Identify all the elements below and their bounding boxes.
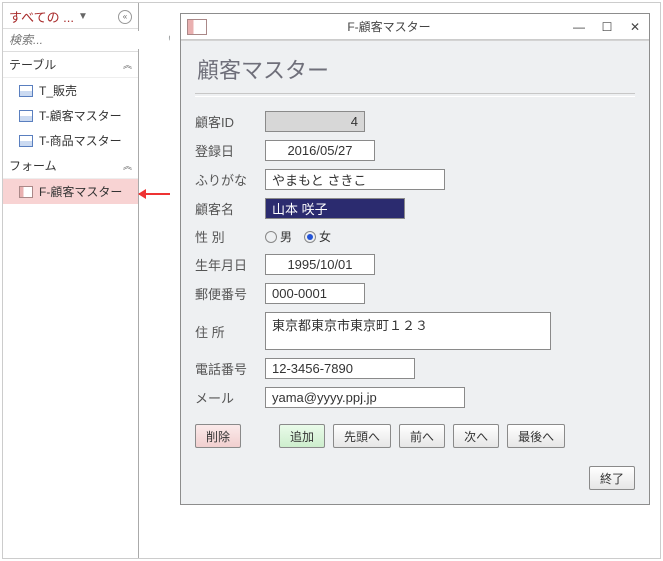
group-tables[interactable]: テーブル ︽ [3,52,138,78]
prev-button[interactable]: 前へ [399,424,445,448]
first-button[interactable]: 先頭へ [333,424,391,448]
form-title: 顧客マスター [197,53,635,85]
table-item[interactable]: T_販売 [3,78,138,103]
form-window: F-顧客マスター — ☐ ✕ 顧客マスター 顧客ID4 登録日2016/05/2… [180,13,650,505]
arrow-annotation [139,3,170,558]
label-addr: 住 所 [195,322,265,341]
label-reg: 登録日 [195,141,265,160]
field-reg[interactable]: 2016/05/27 [265,140,375,161]
table-item[interactable]: T-商品マスター [3,128,138,153]
window-title: F-顧客マスター [213,18,565,35]
search-box[interactable]: 🔍 [3,29,138,52]
nav-item-label: T-顧客マスター [39,107,122,124]
table-icon [19,135,33,147]
radio-male[interactable]: 男 [265,228,292,245]
radio-female[interactable]: 女 [304,228,331,245]
label-id: 顧客ID [195,112,265,131]
nav-item-label: T_販売 [39,82,77,99]
nav-pane: すべての ... ▼ « 🔍 テーブル ︽ T_販売 T-顧客マスター T-商品… [3,3,139,558]
field-furigana[interactable]: やまもと さきこ [265,169,445,190]
label-furi: ふりがな [195,170,265,189]
collapse-icon[interactable]: « [118,10,132,24]
label-mail: メール [195,388,265,407]
label-tel: 電話番号 [195,359,265,378]
group-forms[interactable]: フォーム ︽ [3,153,138,179]
table-item[interactable]: T-顧客マスター [3,103,138,128]
chevron-down-icon: ▼ [78,11,88,22]
field-zip[interactable]: 000-0001 [265,283,365,304]
group-tables-label: テーブル [9,56,56,73]
minimize-button[interactable]: — [565,18,593,36]
radio-label: 男 [280,228,292,245]
delete-button[interactable]: 削除 [195,424,241,448]
nav-item-label: T-商品マスター [39,132,122,149]
separator [195,93,635,97]
form-body: 顧客マスター 顧客ID4 登録日2016/05/27 ふりがなやまもと さきこ … [181,40,649,504]
last-button[interactable]: 最後へ [507,424,565,448]
chevron-up-icon: ︽ [123,58,132,71]
nav-header-title: すべての ... [9,7,74,26]
button-row: 削除 追加 先頭へ 前へ 次へ 最後へ [195,424,635,448]
field-mail[interactable]: yama@yyyy.ppj.jp [265,387,465,408]
next-button[interactable]: 次へ [453,424,499,448]
form-item-selected[interactable]: F-顧客マスター [3,179,138,204]
group-forms-label: フォーム [9,157,57,174]
nav-header[interactable]: すべての ... ▼ « [3,3,138,29]
form-icon [19,186,33,198]
maximize-button[interactable]: ☐ [593,18,621,36]
end-button[interactable]: 終了 [589,466,635,490]
radio-icon [304,231,316,243]
chevron-up-icon: ︽ [123,159,132,172]
radio-label: 女 [319,228,331,245]
close-button[interactable]: ✕ [621,18,649,36]
label-birth: 生年月日 [195,255,265,274]
radio-icon [265,231,277,243]
field-birth[interactable]: 1995/10/01 [265,254,375,275]
content-area: F-顧客マスター — ☐ ✕ 顧客マスター 顧客ID4 登録日2016/05/2… [170,3,660,558]
field-tel[interactable]: 12-3456-7890 [265,358,415,379]
add-button[interactable]: 追加 [279,424,325,448]
field-id: 4 [265,111,365,132]
table-icon [19,110,33,122]
form-icon [187,19,207,35]
field-address[interactable]: 東京都東京市東京町１２３ [265,312,551,350]
label-gender: 性 別 [195,227,265,246]
nav-item-label: F-顧客マスター [39,183,122,200]
titlebar: F-顧客マスター — ☐ ✕ [181,14,649,40]
field-name[interactable]: 山本 咲子 [265,198,405,219]
table-icon [19,85,33,97]
label-zip: 郵便番号 [195,284,265,303]
label-name: 顧客名 [195,199,265,218]
